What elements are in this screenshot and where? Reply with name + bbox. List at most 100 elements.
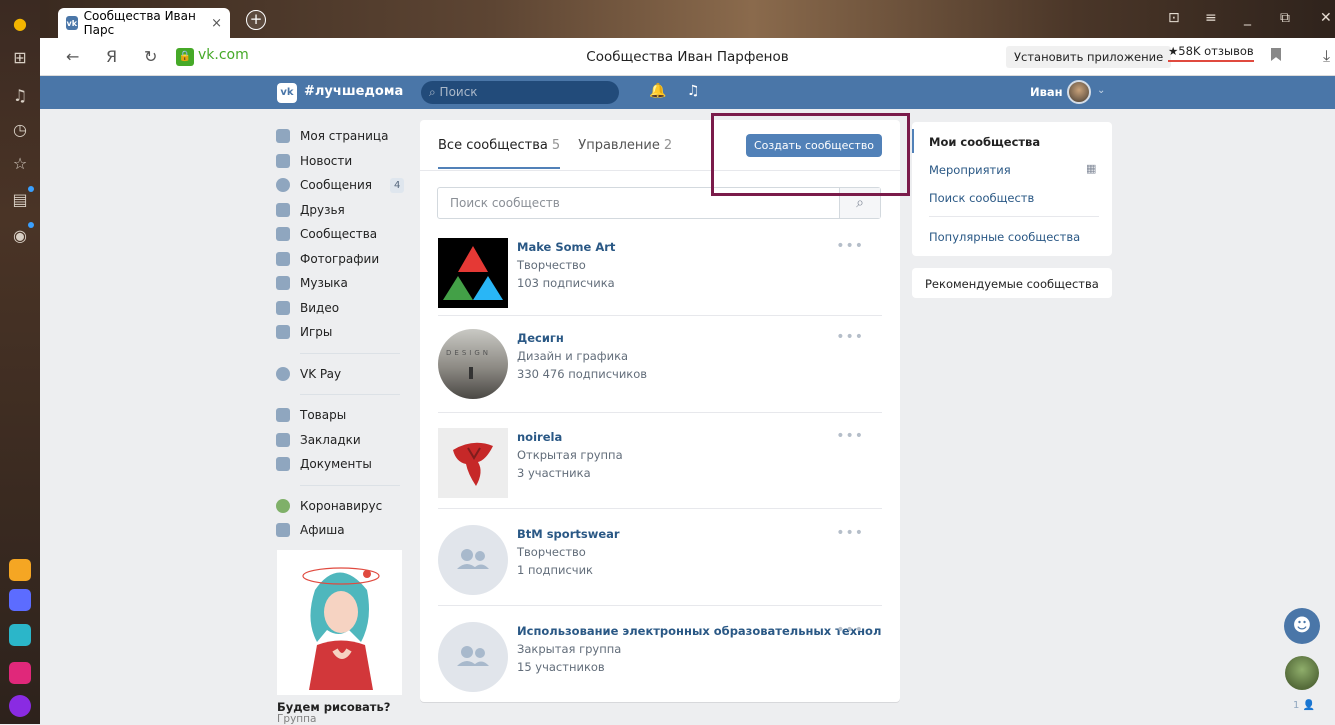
menu-item-coronavirus[interactable]: Коронавирус [276, 494, 406, 519]
highlight-box [711, 113, 910, 196]
calendar-icon[interactable]: ▦ [1086, 162, 1096, 175]
apps-grid-icon[interactable]: ⊞ [8, 46, 32, 70]
music-note-icon[interactable]: ♫ [687, 83, 700, 99]
group-name[interactable]: Десигн [517, 331, 564, 345]
right-menu-my-communities[interactable]: Мои сообщества [929, 135, 1040, 149]
alice-app-icon[interactable] [9, 695, 31, 717]
right-menu-search-communities[interactable]: Поиск сообществ [929, 191, 1034, 205]
menu-item-photos[interactable]: Фотографии [276, 247, 406, 272]
vk-favicon-icon: vk [66, 16, 78, 30]
menu-item-goods[interactable]: Товары [276, 403, 406, 428]
mail-app-icon[interactable] [9, 559, 31, 581]
list-item: DESIGN Десигн Дизайн и графика 330 476 п… [438, 329, 882, 425]
reviews-link[interactable]: ★58K отзывов [1168, 44, 1254, 62]
communities-right-menu: Мои сообщества Мероприятия ▦ Поиск сообщ… [912, 122, 1112, 256]
more-icon[interactable]: ••• [836, 622, 864, 638]
group-avatar[interactable] [438, 525, 508, 595]
bell-icon[interactable]: ♫ [8, 84, 32, 108]
menu-item-messages[interactable]: Сообщения 4 [276, 173, 406, 198]
messages-badge: 4 [390, 178, 405, 193]
more-icon[interactable]: ••• [836, 238, 864, 254]
video-icon [276, 300, 290, 315]
browser-tab[interactable]: vk Сообщества Иван Парс × [58, 8, 230, 38]
new-tab-button[interactable]: + [246, 10, 266, 30]
vk-logo-icon[interactable]: vk [277, 83, 297, 103]
menu-item-vk-pay[interactable]: VK Pay [276, 362, 406, 387]
group-avatar[interactable] [438, 622, 508, 692]
tab-management[interactable]: Управление 2 [578, 138, 672, 153]
communities-tabs: Все сообщества 5 Управление 2 [438, 138, 672, 169]
group-category: Дизайн и графика [517, 349, 629, 363]
home-icon [276, 129, 290, 144]
more-icon[interactable]: ••• [836, 525, 864, 541]
avatar[interactable] [1285, 656, 1319, 690]
avatar[interactable] [1067, 80, 1091, 104]
group-subscribers[interactable]: 3 участника [517, 466, 591, 480]
group-subscribers[interactable]: 330 476 подписчиков [517, 367, 647, 381]
history-icon[interactable]: ◷ [8, 118, 32, 142]
promo-title[interactable]: Будем рисовать? [277, 700, 390, 714]
promo-subtitle: Группа [277, 713, 317, 725]
group-name[interactable]: Make Some Art [517, 240, 615, 254]
group-subscribers[interactable]: 103 подписчика [517, 276, 615, 290]
install-app-button[interactable]: Установить приложение [1006, 46, 1172, 68]
menu-item-video[interactable]: Видео [276, 296, 406, 321]
menu-item-my-page[interactable]: Моя страница [276, 124, 406, 149]
window-icon[interactable]: ⊡ [1168, 10, 1180, 26]
menu-item-afisha[interactable]: Афиша [276, 518, 406, 543]
messenger-app-icon[interactable] [9, 589, 31, 611]
menu-item-communities[interactable]: Сообщества [276, 222, 406, 247]
list-divider [438, 315, 882, 316]
group-name[interactable]: noirela [517, 430, 562, 444]
group-subscribers[interactable]: 15 участников [517, 660, 605, 674]
menu-divider [300, 352, 400, 354]
minimize-icon[interactable]: _ [1244, 10, 1251, 26]
group-subscribers[interactable]: 1 подписчик [517, 563, 593, 577]
right-menu-popular[interactable]: Популярные сообщества [929, 230, 1080, 244]
menu-item-music[interactable]: Музыка [276, 271, 406, 296]
group-avatar[interactable] [438, 428, 508, 498]
right-menu-events[interactable]: Мероприятия [929, 163, 1011, 177]
tab-all-communities[interactable]: Все сообщества 5 [438, 138, 561, 169]
music-app-icon[interactable] [9, 662, 31, 684]
browser-side-rail: ● ⊞ ♫ ◷ ☆ ▤ ◉ [0, 0, 40, 724]
download-icon[interactable]: ⤓ [1323, 46, 1330, 66]
more-icon[interactable]: ••• [836, 329, 864, 345]
incognito-icon[interactable]: ☻ [1284, 608, 1320, 644]
restore-icon[interactable]: ⧉ [1280, 10, 1290, 26]
group-category: Творчество [517, 545, 586, 559]
media-icon[interactable]: ◉ [8, 222, 34, 248]
vk-search-input[interactable]: ⌕ Поиск [421, 81, 619, 104]
svg-text:DESIGN: DESIGN [446, 349, 491, 357]
menu-item-bookmarks[interactable]: Закладки [276, 428, 406, 453]
menu-item-friends[interactable]: Друзья [276, 198, 406, 223]
menu-item-games[interactable]: Игры [276, 320, 406, 345]
menu-icon[interactable]: ≡ [1205, 10, 1217, 26]
document-icon [276, 457, 290, 472]
group-avatar[interactable]: DESIGN [438, 329, 508, 399]
close-window-icon[interactable]: ✕ [1320, 10, 1332, 26]
more-icon[interactable]: ••• [836, 428, 864, 444]
notifications-bell-icon[interactable]: 🔔 [649, 83, 666, 99]
profile-icon[interactable]: ● [8, 12, 32, 36]
list-item: Использование электронных образовательны… [438, 622, 882, 718]
menu-item-news[interactable]: Новости [276, 149, 406, 174]
tab-title: Сообщества Иван Парс [83, 9, 196, 37]
group-name[interactable]: Использование электронных образовательны… [517, 624, 881, 638]
group-category: Творчество [517, 258, 586, 272]
list-divider [438, 412, 882, 413]
group-avatar[interactable] [438, 238, 508, 308]
right-menu-recommended[interactable]: Рекомендуемые сообщества [912, 268, 1112, 298]
vk-hashtag[interactable]: #лучшедома [304, 84, 403, 99]
list-divider [438, 605, 882, 606]
group-name[interactable]: BtM sportswear [517, 527, 620, 541]
send-app-icon[interactable] [9, 624, 31, 646]
collections-icon[interactable]: ▤ [8, 186, 34, 212]
tab-close-icon[interactable]: × [211, 16, 222, 31]
shopping-bag-icon [276, 408, 290, 423]
user-name[interactable]: Иван [1030, 85, 1063, 99]
menu-item-documents[interactable]: Документы [276, 452, 406, 477]
star-icon[interactable]: ☆ [8, 152, 32, 176]
chevron-down-icon[interactable]: ⌄ [1097, 85, 1105, 96]
promo-image[interactable] [277, 550, 402, 695]
